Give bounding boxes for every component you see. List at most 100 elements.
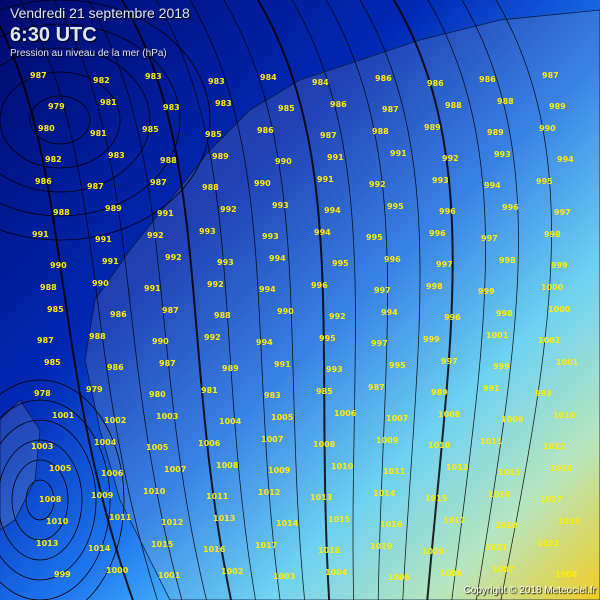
station-pressure-label: 1011 <box>383 467 406 476</box>
station-pressure-label: 993 <box>432 176 449 185</box>
station-pressure-label: 992 <box>329 312 346 321</box>
station-pressure-label: 983 <box>264 391 281 400</box>
station-pressure-label: 993 <box>272 201 289 210</box>
station-pressure-label: 1014 <box>550 464 573 473</box>
station-pressure-label: 1018 <box>318 546 341 555</box>
station-pressure-label: 999 <box>551 261 568 270</box>
station-pressure-label: 1018 <box>495 521 518 530</box>
station-pressure-label: 992 <box>147 231 164 240</box>
station-pressure-label: 1012 <box>161 518 183 527</box>
station-pressure-label: 991 <box>144 284 161 293</box>
station-pressure-label: 989 <box>105 204 122 213</box>
station-pressure-label: 988 <box>202 183 219 192</box>
station-pressure-label: 1010 <box>553 411 576 420</box>
station-pressure-label: 987 <box>320 131 337 140</box>
station-pressure-label: 985 <box>47 305 64 314</box>
station-pressure-label: 998 <box>544 230 561 239</box>
station-pressure-label: 1006 <box>334 409 357 418</box>
station-pressure-label: 1013 <box>498 468 520 477</box>
station-pressure-label: 1001 <box>52 411 75 420</box>
station-pressure-label: 1011 <box>109 513 132 522</box>
station-pressure-label: 1017 <box>255 541 277 550</box>
station-pressure-label: 1009 <box>268 466 291 475</box>
station-pressure-label: 985 <box>316 387 333 396</box>
station-pressure-label: 1014 <box>88 544 111 553</box>
station-pressure-label: 981 <box>100 98 117 107</box>
station-pressure-label: 980 <box>149 390 166 399</box>
station-pressure-label: 1008 <box>555 570 578 579</box>
station-pressure-label: 987 <box>542 71 559 80</box>
station-pressure-label: 990 <box>275 157 292 166</box>
station-pressure-label: 1001 <box>486 331 509 340</box>
station-pressure-label: 992 <box>207 280 224 289</box>
station-pressure-label: 1011 <box>206 492 229 501</box>
station-pressure-label: 988 <box>89 332 106 341</box>
station-pressure-label: 983 <box>145 72 162 81</box>
station-pressure-label: 988 <box>497 97 514 106</box>
station-pressure-label: 994 <box>381 308 398 317</box>
station-pressure-label: 989 <box>549 102 566 111</box>
station-pressure-label: 996 <box>439 207 456 216</box>
station-pressure-label: 992 <box>369 180 386 189</box>
station-pressure-label: 991 <box>274 360 291 369</box>
station-pressure-label: 1019 <box>558 517 581 526</box>
station-pressure-label: 988 <box>53 208 70 217</box>
station-pressure-label: 986 <box>375 74 392 83</box>
station-pressure-label: 1014 <box>373 489 396 498</box>
station-pressure-label: 1003 <box>156 412 178 421</box>
copyright-credit: Copyright © 2018 Meteociel.fr <box>463 585 596 596</box>
station-pressure-label: 1011 <box>480 437 503 446</box>
station-pressure-label: 1005 <box>49 464 72 473</box>
station-pressure-label: 1006 <box>101 469 124 478</box>
station-pressure-label: 1022 <box>537 539 559 548</box>
station-pressure-label: 990 <box>50 261 67 270</box>
station-pressure-label: 994 <box>324 206 341 215</box>
station-pressure-label: 987 <box>87 182 104 191</box>
station-pressure-label: 988 <box>160 156 177 165</box>
station-pressure-label: 994 <box>484 181 501 190</box>
station-pressure-label: 1010 <box>143 487 166 496</box>
station-pressure-label: 994 <box>269 254 286 263</box>
station-pressure-label: 993 <box>262 232 279 241</box>
station-pressure-label: 979 <box>48 102 65 111</box>
station-pressure-label: 1005 <box>146 443 169 452</box>
station-pressure-label: 1008 <box>39 495 62 504</box>
station-pressure-label: 983 <box>108 151 125 160</box>
station-pressure-label: 997 <box>374 286 391 295</box>
station-pressure-label: 1019 <box>370 542 393 551</box>
forecast-time: 6:30 UTC <box>10 24 97 46</box>
pressure-map: 987 982 983 983 984 984 986 986 986 987 979 981 983 9… <box>0 0 600 600</box>
station-pressure-label: 987 <box>162 306 179 315</box>
station-pressure-label: 989 <box>487 128 504 137</box>
station-pressure-label: 994 <box>259 285 276 294</box>
station-pressure-label: 992 <box>220 205 237 214</box>
station-pressure-label: 1016 <box>380 520 403 529</box>
station-pressure-label: 984 <box>260 73 277 82</box>
station-pressure-label: 1007 <box>492 565 514 574</box>
station-pressure-label: 1010 <box>46 517 69 526</box>
station-pressure-label: 991 <box>483 384 500 393</box>
station-pressure-label: 992 <box>204 333 221 342</box>
station-pressure-label: 1001 <box>556 358 579 367</box>
station-pressure-label: 1009 <box>91 491 114 500</box>
station-pressure-label: 1001 <box>158 571 181 580</box>
station-pressure-label: 985 <box>142 125 159 134</box>
station-pressure-label: 993 <box>199 227 216 236</box>
station-pressure-label: 980 <box>38 124 55 133</box>
station-pressure-label: 1002 <box>221 567 243 576</box>
station-pressure-label: 990 <box>254 179 271 188</box>
station-pressure-label: 996 <box>384 255 401 264</box>
forecast-date: Vendredi 21 septembre 2018 <box>10 5 190 21</box>
station-pressure-label: 995 <box>389 361 406 370</box>
station-pressure-label: 1020 <box>422 547 445 556</box>
station-pressure-label: 1006 <box>198 439 221 448</box>
station-pressure-label: 995 <box>332 259 349 268</box>
station-pressure-label: 995 <box>366 233 383 242</box>
map-canvas: 987 982 983 983 984 984 986 986 986 987 979 981 983 9… <box>0 0 600 600</box>
station-pressure-label: 993 <box>494 150 511 159</box>
map-subtitle: Pression au niveau de la mer (hPa) <box>10 48 167 59</box>
station-pressure-label: 987 <box>368 383 385 392</box>
station-pressure-label: 990 <box>92 279 109 288</box>
station-pressure-label: 991 <box>95 235 112 244</box>
station-pressure-label: 1009 <box>376 436 399 445</box>
